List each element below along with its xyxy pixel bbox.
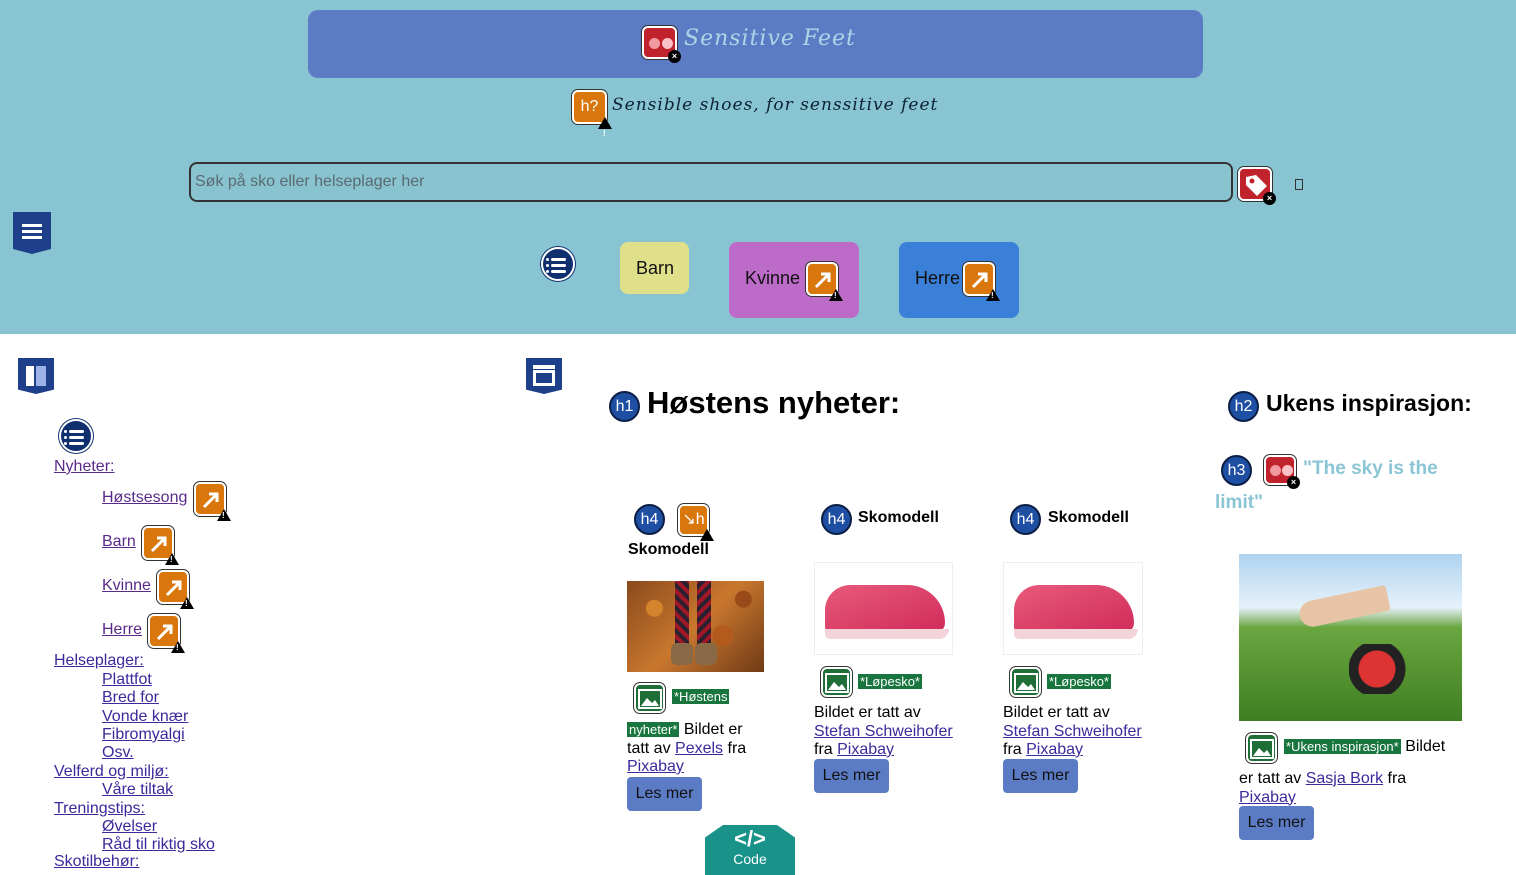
label-error-icon: × [1238, 167, 1276, 205]
card-3-read-more-button[interactable]: Les mer [1003, 759, 1078, 793]
heading-alert-icon: h? [572, 90, 612, 149]
card-3-credit: Bildet er tatt av [1003, 704, 1110, 721]
card-2-alt-text: *Løpesko* [858, 674, 922, 689]
error-icon: × [642, 26, 681, 63]
inspiration-author-link[interactable]: Sasja Bork [1306, 770, 1383, 787]
card-1-read-more-button[interactable]: Les mer [627, 777, 702, 811]
heading-alert-label: h? [580, 98, 599, 115]
nav-barn-label: Barn [636, 258, 675, 278]
search-input[interactable] [189, 162, 1233, 202]
code-toggle-button[interactable]: </> Code [705, 825, 795, 875]
aside-landmark-icon [18, 358, 54, 394]
card-1-source-link[interactable]: Pixabay [627, 758, 684, 775]
error-icon: × [1264, 455, 1300, 489]
navigation-landmark-icon [13, 212, 51, 254]
sidebar-link-barn[interactable]: Barn [102, 533, 136, 551]
sidebar-link-rad-til-riktig-sko[interactable]: Råd til riktig sko [102, 836, 215, 854]
sidebar-link-bred-for[interactable]: Bred for [102, 689, 159, 707]
h1-icon: h1 [609, 391, 640, 422]
card-3-image [1003, 562, 1143, 655]
sidebar-link-plattfot[interactable]: Plattfot [102, 671, 152, 689]
redundant-link-icon [142, 526, 179, 565]
card-2-title: Skomodell [858, 509, 939, 526]
inspiration-read-more-button[interactable]: Les mer [1239, 806, 1314, 840]
image-alt-icon [821, 667, 852, 697]
card-3-author-link[interactable]: Stefan Schweihofer [1003, 723, 1142, 740]
sidebar-link-osv[interactable]: Osv. [102, 744, 134, 762]
sidebar-link-fibromyalgi[interactable]: Fibromyalgi [102, 726, 185, 744]
redundant-link-icon [157, 570, 194, 609]
redundant-link-icon [194, 482, 231, 521]
h2-icon: h2 [1228, 391, 1259, 422]
skipped-heading-icon: ↘h [678, 504, 714, 559]
main-landmark-icon [526, 358, 562, 394]
sidebar-link-velferd[interactable]: Velferd og miljø: [54, 763, 169, 781]
h4-icon-label: h4 [1016, 511, 1035, 528]
redundant-link-icon [806, 262, 843, 301]
card-1-author-link[interactable]: Pexels [675, 740, 723, 757]
h4-icon: h4 [1010, 504, 1041, 535]
nav-herre-button[interactable]: Herre [899, 242, 1019, 318]
nav-herre-label: Herre [915, 268, 961, 288]
sidebar-link-helseplager[interactable]: Helseplager: [54, 652, 144, 670]
sidebar-link-vonde-knaer[interactable]: Vonde knær [102, 708, 188, 726]
main-heading: Høstens nyheter: [647, 385, 901, 420]
card-2-source-link[interactable]: Pixabay [837, 741, 894, 758]
h2-icon-label: h2 [1234, 398, 1253, 415]
nav-barn-button[interactable]: Barn [620, 242, 689, 294]
card-1-alt-text-cont: nyheter* [627, 722, 680, 737]
card-2-image [814, 562, 953, 655]
card-3-from: fra [1003, 741, 1022, 758]
image-alt-icon [1246, 733, 1277, 763]
redundant-link-icon [148, 614, 185, 653]
card-1-title: Skomodell [628, 541, 709, 558]
card-1-image [627, 581, 764, 672]
sidebar-link-vare-tiltak[interactable]: Våre tiltak [102, 781, 173, 799]
card-3-alt-text: *Løpesko* [1047, 674, 1111, 689]
image-alt-icon [1010, 667, 1041, 697]
code-icon: </> [734, 826, 766, 851]
inspiration-credit: er tatt av [1239, 770, 1302, 787]
list-icon [541, 247, 575, 281]
h1-icon-label: h1 [615, 398, 634, 415]
tagline: Sensible shoes, for senssitive feet [612, 95, 939, 115]
h4-icon-label: h4 [640, 511, 659, 528]
h4-icon: h4 [634, 504, 665, 535]
quote-line-1: "The sky is the [1303, 458, 1438, 479]
code-label: Code [733, 851, 767, 867]
sidebar-list-icon [59, 419, 93, 453]
nav-kvinne-button[interactable]: Kvinne [729, 242, 859, 318]
quote-line-2: limit" [1215, 492, 1264, 513]
card-3-title: Skomodell [1048, 509, 1129, 526]
h3-icon: h3 [1221, 455, 1252, 486]
inspiration-alt-text: *Ukens inspirasjon* [1284, 739, 1401, 754]
h4-icon: h4 [821, 504, 852, 535]
inspiration-source-link[interactable]: Pixabay [1239, 789, 1296, 806]
sidebar-link-nyheter[interactable]: Nyheter: [54, 458, 114, 476]
sidebar-link-herre[interactable]: Herre [102, 621, 142, 639]
card-2-from: fra [814, 741, 833, 758]
redundant-link-icon [963, 262, 1000, 301]
inspiration-from: fra [1387, 770, 1407, 787]
h4-icon-label: h4 [827, 511, 846, 528]
inspiration-image [1239, 554, 1462, 721]
aside-heading: Ukens inspirasjon: [1266, 390, 1472, 416]
card-1-alt-text: *Høstens [672, 689, 730, 704]
sidebar-link-hostsesong[interactable]: Høstsesong [102, 489, 187, 507]
sidebar-link-ovelser[interactable]: Øvelser [102, 818, 157, 836]
inspiration-credit-start: Bildet [1405, 738, 1446, 755]
card-3-source-link[interactable]: Pixabay [1026, 741, 1083, 758]
search-button[interactable] [1295, 179, 1303, 190]
h3-icon-label: h3 [1227, 462, 1246, 479]
card-2-author-link[interactable]: Stefan Schweihofer [814, 723, 953, 740]
nav-kvinne-label: Kvinne [745, 268, 801, 288]
sidebar-link-skotilbehor[interactable]: Skotilbehør: [54, 853, 139, 871]
card-2-credit: Bildet er tatt av [814, 704, 921, 721]
card-1-from: fra [727, 739, 747, 757]
site-title: Sensitive Feet [684, 26, 856, 51]
sidebar-link-treningstips[interactable]: Treningstips: [54, 800, 145, 818]
sidebar-link-kvinne[interactable]: Kvinne [102, 577, 151, 595]
card-2-read-more-button[interactable]: Les mer [814, 759, 889, 793]
image-alt-icon [634, 683, 665, 713]
